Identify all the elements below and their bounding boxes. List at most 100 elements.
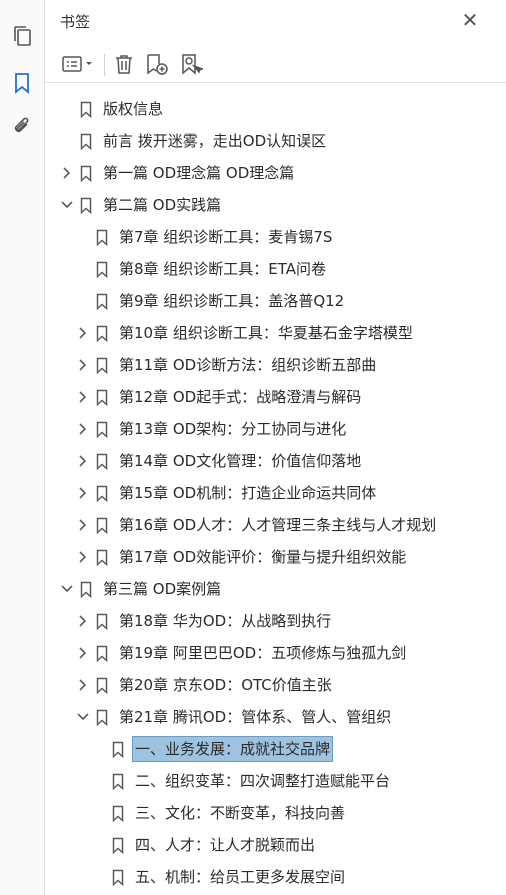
- bookmark-icon: [95, 670, 109, 700]
- bookmarks-panel-button[interactable]: [0, 63, 44, 103]
- bookmark-label: 第10章 组织诊断工具：华夏基石金字塔模型: [119, 324, 413, 342]
- bookmark-label: 四、人才：让人才脱颖而出: [135, 836, 316, 854]
- panel-title: 书签: [60, 13, 91, 31]
- bookmark-row[interactable]: 第8章 组织诊断工具：ETA问卷: [73, 254, 328, 284]
- bookmark-row[interactable]: 第7章 组织诊断工具：麦肯锡7S: [73, 222, 334, 252]
- bookmark-row[interactable]: 一、业务发展：成就社交品牌: [89, 734, 334, 764]
- chevron-right-icon[interactable]: [73, 414, 93, 444]
- bookmark-icon: [79, 126, 93, 156]
- chevron-right-icon[interactable]: [73, 478, 93, 508]
- bookmark-row[interactable]: 第13章 OD架构：分工协同与进化: [73, 414, 348, 444]
- bookmark-row[interactable]: 第17章 OD效能评价：衡量与提升组织效能: [73, 542, 408, 572]
- chevron-right-icon[interactable]: [73, 350, 93, 380]
- options-menu-icon: [61, 54, 95, 74]
- bookmark-row[interactable]: 第二篇 OD实践篇: [57, 190, 223, 220]
- pages-icon: [12, 25, 32, 47]
- bookmark-label: 第19章 阿里巴巴OD：五项修炼与独孤九剑: [119, 644, 407, 662]
- chevron-right-icon[interactable]: [73, 446, 93, 476]
- chevron-right-icon[interactable]: [73, 382, 93, 412]
- bookmark-label: 第二篇 OD实践篇: [103, 196, 222, 214]
- bookmark-icon: [95, 414, 109, 444]
- bookmark-icon: [95, 350, 109, 380]
- navigation-rail: [0, 0, 45, 895]
- bookmark-row[interactable]: 第11章 OD诊断方法：组织诊断五部曲: [73, 350, 378, 380]
- attachments-button[interactable]: [0, 107, 44, 147]
- bookmark-row[interactable]: 第18章 华为OD：从战略到执行: [73, 606, 333, 636]
- bookmark-label: 第9章 组织诊断工具：盖洛普Q12: [119, 292, 345, 310]
- chevron-right-icon[interactable]: [73, 542, 93, 572]
- options-menu-button[interactable]: [59, 50, 97, 78]
- bookmark-row[interactable]: 第一篇 OD理念篇 OD理念篇: [57, 158, 296, 188]
- bookmark-row[interactable]: 版权信息: [57, 94, 165, 124]
- bookmark-icon: [95, 446, 109, 476]
- bookmark-label: 第16章 OD人才：人才管理三条主线与人才规划: [119, 516, 437, 534]
- bookmark-label: 第三篇 OD案例篇: [103, 580, 222, 598]
- bookmark-icon: [79, 574, 93, 604]
- bookmark-label: 第11章 OD诊断方法：组织诊断五部曲: [119, 356, 377, 374]
- bookmark-label: 第8章 组织诊断工具：ETA问卷: [119, 260, 327, 278]
- bookmark-row[interactable]: 五、机制：给员工更多发展空间: [89, 862, 347, 892]
- new-bookmark-button[interactable]: [143, 50, 171, 78]
- bookmark-row[interactable]: 二、组织变革：四次调整打造赋能平台: [89, 766, 392, 796]
- delete-bookmark-button[interactable]: [111, 50, 137, 78]
- bookmark-label: 三、文化：不断变革，科技向善: [135, 804, 346, 822]
- bookmark-icon: [95, 382, 109, 412]
- bookmark-row[interactable]: 四、人才：让人才脱颖而出: [89, 830, 317, 860]
- bookmark-row[interactable]: 第19章 阿里巴巴OD：五项修炼与独孤九剑: [73, 638, 408, 668]
- bookmark-row[interactable]: 第12章 OD起手式：战略澄清与解码: [73, 382, 363, 412]
- add-bookmark-icon: [145, 53, 169, 75]
- chevron-right-icon[interactable]: [73, 670, 93, 700]
- bookmark-icon: [111, 766, 125, 796]
- bookmark-label: 第7章 组织诊断工具：麦肯锡7S: [119, 228, 333, 246]
- bookmark-search-icon: [179, 53, 203, 75]
- bookmark-label: 第13章 OD架构：分工协同与进化: [119, 420, 347, 438]
- paperclip-icon: [12, 116, 32, 138]
- bookmark-icon: [79, 158, 93, 188]
- chevron-down-icon[interactable]: [73, 702, 93, 732]
- bookmark-label: 第21章 腾讯OD：管体系、管人、管组织: [119, 708, 392, 726]
- chevron-right-icon[interactable]: [73, 606, 93, 636]
- bookmark-row[interactable]: 第15章 OD机制：打造企业命运共同体: [73, 478, 378, 508]
- bookmark-row[interactable]: 第16章 OD人才：人才管理三条主线与人才规划: [73, 510, 438, 540]
- bookmark-row[interactable]: 第21章 腾讯OD：管体系、管人、管组织: [73, 702, 393, 732]
- close-panel-button[interactable]: ✕: [459, 9, 481, 31]
- bookmark-label: 第20章 京东OD：OTC价值主张: [119, 676, 332, 694]
- bookmark-row[interactable]: 第14章 OD文化管理：价值信仰落地: [73, 446, 363, 476]
- bookmark-row[interactable]: 第20章 京东OD：OTC价值主张: [73, 670, 334, 700]
- chevron-down-icon[interactable]: [57, 190, 77, 220]
- bookmark-from-selection-button[interactable]: [177, 50, 205, 78]
- close-icon: ✕: [461, 8, 479, 32]
- bookmark-label: 第17章 OD效能评价：衡量与提升组织效能: [119, 548, 407, 566]
- bookmark-icon: [14, 72, 30, 94]
- toolbar-divider: [104, 54, 105, 76]
- chevron-right-icon[interactable]: [73, 510, 93, 540]
- bookmark-row[interactable]: 第10章 组织诊断工具：华夏基石金字塔模型: [73, 318, 415, 348]
- bookmark-icon: [95, 318, 109, 348]
- bookmark-row[interactable]: 前言 拨开迷雾，走出OD认知误区: [57, 126, 328, 156]
- pages-thumbnail-button[interactable]: [0, 16, 44, 56]
- bookmark-label: 第一篇 OD理念篇 OD理念篇: [103, 164, 295, 182]
- chevron-right-icon[interactable]: [73, 638, 93, 668]
- bookmark-icon: [111, 734, 125, 764]
- bookmark-icon: [95, 702, 109, 732]
- bookmark-icon: [111, 830, 125, 860]
- bookmark-icon: [95, 606, 109, 636]
- chevron-down-icon[interactable]: [57, 574, 77, 604]
- bookmarks-toolbar: [45, 46, 506, 83]
- bookmark-icon: [95, 478, 109, 508]
- bookmark-label: 第12章 OD起手式：战略澄清与解码: [119, 388, 362, 406]
- bookmark-row[interactable]: 第9章 组织诊断工具：盖洛普Q12: [73, 286, 346, 316]
- bookmark-icon: [111, 862, 125, 892]
- bookmark-row[interactable]: 第三篇 OD案例篇: [57, 574, 223, 604]
- chevron-right-icon[interactable]: [57, 158, 77, 188]
- bookmark-row[interactable]: 三、文化：不断变革，科技向善: [89, 798, 347, 828]
- bookmark-label: 版权信息: [103, 100, 164, 118]
- chevron-right-icon[interactable]: [73, 318, 93, 348]
